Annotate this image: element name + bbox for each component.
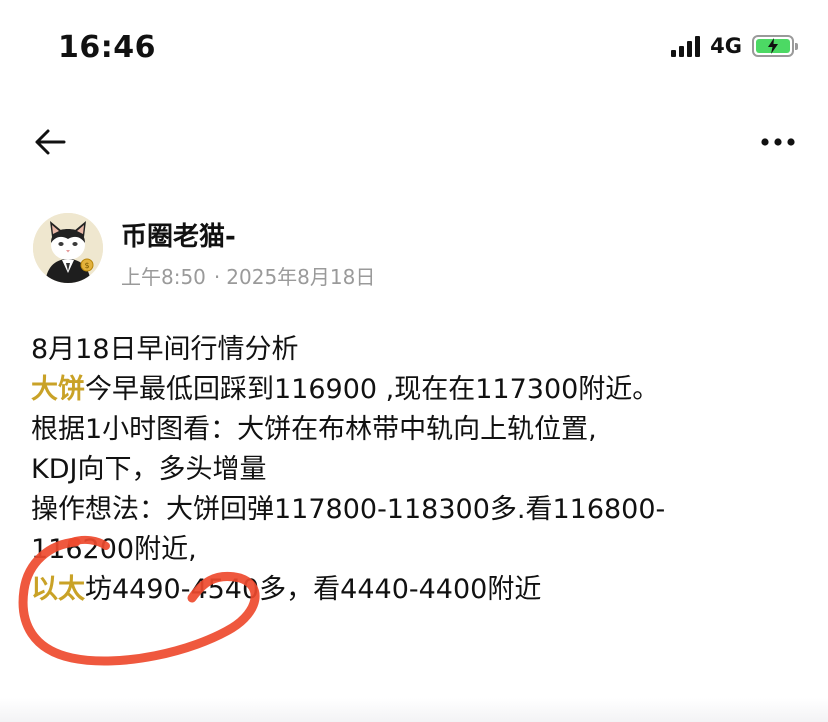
status-time: 16:46 — [58, 30, 156, 65]
post-line-eth-text: 坊4490-4540多，看4440-4400附近 — [85, 574, 542, 605]
arrow-left-icon — [35, 129, 66, 155]
post-line-kdj: KDJ向下，多头增量 — [31, 454, 267, 485]
coin-tag-btc[interactable]: 大饼 — [31, 374, 85, 405]
battery-charging-icon — [752, 35, 798, 57]
back-button[interactable] — [28, 120, 72, 164]
post-body: 8月18日早间行情分析 大饼今早最低回踩到116900 ,现在在117300附近… — [31, 330, 821, 610]
post-line-target: 116200附近, — [31, 534, 197, 565]
svg-text:$: $ — [84, 261, 89, 270]
meta-separator: · — [213, 265, 221, 289]
status-indicators: 4G — [671, 34, 798, 58]
post-line-btc: 大饼今早最低回踩到116900 ,现在在117300附近。 — [31, 370, 821, 410]
more-button[interactable] — [756, 120, 800, 164]
post-line-analysis: 根据1小时图看：大饼在布林带中轨向上轨位置, — [31, 414, 597, 445]
cat-in-suit-avatar: $ — [33, 213, 103, 283]
avatar[interactable]: $ — [33, 213, 103, 283]
bottom-divider — [0, 698, 828, 722]
network-type: 4G — [710, 34, 742, 58]
post-line-title: 8月18日早间行情分析 — [31, 334, 299, 365]
post-line-strategy: 操作想法：大饼回弹117800-118300多.看116800- — [31, 494, 666, 525]
coin-tag-eth[interactable]: 以太 — [31, 574, 85, 605]
more-horizontal-icon — [761, 138, 795, 146]
author-name[interactable]: 币圈老猫- — [121, 216, 236, 253]
cellular-signal-icon — [671, 35, 701, 57]
post-line-btc-text: 今早最低回踩到116900 ,现在在117300附近。 — [85, 374, 660, 405]
post-date: 2025年8月18日 — [226, 265, 376, 289]
post-time: 上午8:50 — [121, 265, 206, 289]
post-line-eth: 以太坊4490-4540多，看4440-4400附近 — [31, 570, 821, 610]
post-meta: 上午8:50 · 2025年8月18日 — [121, 261, 375, 290]
